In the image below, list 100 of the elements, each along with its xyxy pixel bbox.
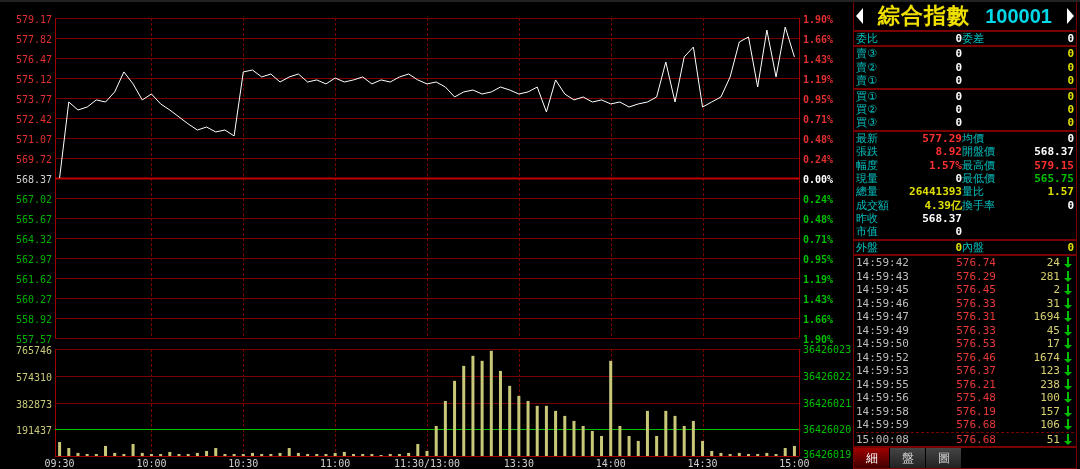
panel-tab[interactable]: 細 — [854, 448, 890, 468]
trade-price: 576.53 — [955, 337, 996, 351]
volume-bar — [710, 450, 714, 456]
volume-bar — [765, 452, 769, 456]
volume-bar — [517, 395, 521, 456]
trade-price: 576.31 — [955, 310, 996, 324]
field-label: 買② — [856, 102, 878, 117]
volume-bar — [205, 450, 209, 456]
field-value: 0 — [955, 74, 962, 88]
field-label: 賣③ — [856, 47, 878, 61]
axis-label: 575.12 — [15, 73, 52, 85]
axis-label: 1.66% — [803, 33, 834, 45]
volume-bar — [443, 400, 447, 456]
trade-price: 576.45 — [955, 283, 996, 297]
trade-time: 14:59:45 — [856, 283, 910, 297]
axis-label: 0.71% — [803, 233, 834, 245]
volume-bar — [719, 452, 723, 456]
field-label: 均價 — [962, 131, 985, 146]
trade-price: 576.33 — [955, 323, 996, 338]
volume-bar — [737, 452, 741, 456]
field-label: 內盤 — [962, 240, 985, 255]
volume-bar — [554, 410, 558, 456]
trade-time: 14:59:50 — [856, 337, 910, 351]
axis-label: 382873 — [15, 398, 52, 410]
trade-price: 576.37 — [955, 364, 996, 378]
trade-volume: 2 — [1052, 283, 1060, 297]
axis-label: 572.42 — [15, 113, 52, 125]
axis-label: 569.72 — [15, 153, 52, 165]
trade-time: 14:59:52 — [856, 350, 910, 365]
trade-volume: 31 — [1045, 296, 1060, 311]
axis-label: 1.90% — [803, 13, 834, 25]
trade-price: 576.46 — [955, 350, 996, 365]
axis-label: 1.19% — [803, 73, 834, 85]
trade-time: 14:59:56 — [856, 391, 910, 405]
field-value: 4.39亿 — [924, 198, 962, 213]
field-value: 26441393 — [909, 185, 962, 199]
axis-label: 1.43% — [803, 53, 834, 65]
volume-bar — [572, 420, 576, 456]
trade-volume: 1674 — [1032, 350, 1060, 365]
axis-label: 09:30 — [44, 458, 75, 469]
field-label: 買③ — [856, 116, 878, 130]
axis-label: 0.95% — [803, 93, 834, 105]
field-label: 現量 — [856, 171, 879, 186]
volume-bar — [581, 425, 585, 456]
axis-label: 36426019 — [803, 449, 852, 460]
axis-label: 0.00% — [803, 173, 834, 185]
field-value: 0 — [1067, 240, 1074, 255]
field-value: 565.75 — [1034, 171, 1074, 186]
axis-label: 0.71% — [803, 113, 834, 125]
down-arrow-icon — [1064, 419, 1072, 431]
volume-bar — [425, 450, 429, 456]
trade-price: 575.48 — [955, 391, 996, 405]
axis-label: 11:30/13:00 — [393, 458, 461, 469]
field-label: 換手率 — [962, 198, 996, 213]
axis-label: 1.90% — [803, 333, 834, 343]
axis-label: 0.95% — [803, 253, 834, 265]
field-value: 0 — [955, 60, 962, 75]
field-value: 577.29 — [922, 131, 962, 146]
trade-price: 576.21 — [955, 377, 996, 392]
trade-price: 576.74 — [955, 256, 996, 270]
trade-time: 14:59:43 — [856, 269, 910, 284]
volume-bar — [434, 425, 438, 456]
axis-label: 565.67 — [15, 213, 52, 225]
axis-label: 0.48% — [803, 133, 834, 145]
field-value: 0 — [955, 102, 962, 117]
volume-bar — [701, 440, 705, 456]
axis-label: 14:30 — [687, 458, 718, 469]
volume-bar — [600, 436, 603, 456]
axis-label: 11:00 — [320, 458, 351, 469]
field-value: 0 — [955, 47, 962, 61]
left-triangle-icon[interactable] — [856, 8, 863, 24]
axis-label: 0.48% — [803, 213, 834, 225]
volume-bar — [214, 448, 218, 456]
field-label: 張跌 — [856, 145, 879, 159]
trade-volume: 45 — [1045, 323, 1060, 338]
volume-bar — [636, 440, 640, 456]
field-value: 0 — [955, 89, 962, 103]
right-triangle-icon[interactable] — [1067, 8, 1074, 24]
panel-tab[interactable]: 盤 — [890, 448, 926, 468]
volume-bar — [407, 452, 411, 456]
axis-label: 1.66% — [803, 313, 834, 325]
axis-label: 1.43% — [803, 293, 834, 305]
field-value: 0 — [955, 171, 962, 186]
field-label: 賣① — [856, 74, 878, 88]
panel-tab[interactable]: 圖 — [926, 448, 962, 468]
volume-bar — [140, 452, 144, 456]
axis-label: 574310 — [15, 371, 52, 383]
volume-bar — [67, 448, 71, 456]
field-label: 最新 — [856, 131, 879, 146]
field-value: 568.37 — [922, 212, 962, 226]
trade-price: 576.29 — [955, 269, 996, 284]
volume-bar — [535, 405, 539, 456]
trade-price: 576.68 — [955, 418, 996, 432]
volume-bar — [333, 452, 337, 456]
volume-bar — [287, 448, 291, 456]
field-value: 0 — [1067, 198, 1074, 213]
field-label: 委差 — [962, 32, 985, 46]
volume-bar — [416, 444, 420, 456]
trade-price: 576.19 — [955, 404, 996, 419]
field-label: 賣② — [856, 60, 878, 74]
